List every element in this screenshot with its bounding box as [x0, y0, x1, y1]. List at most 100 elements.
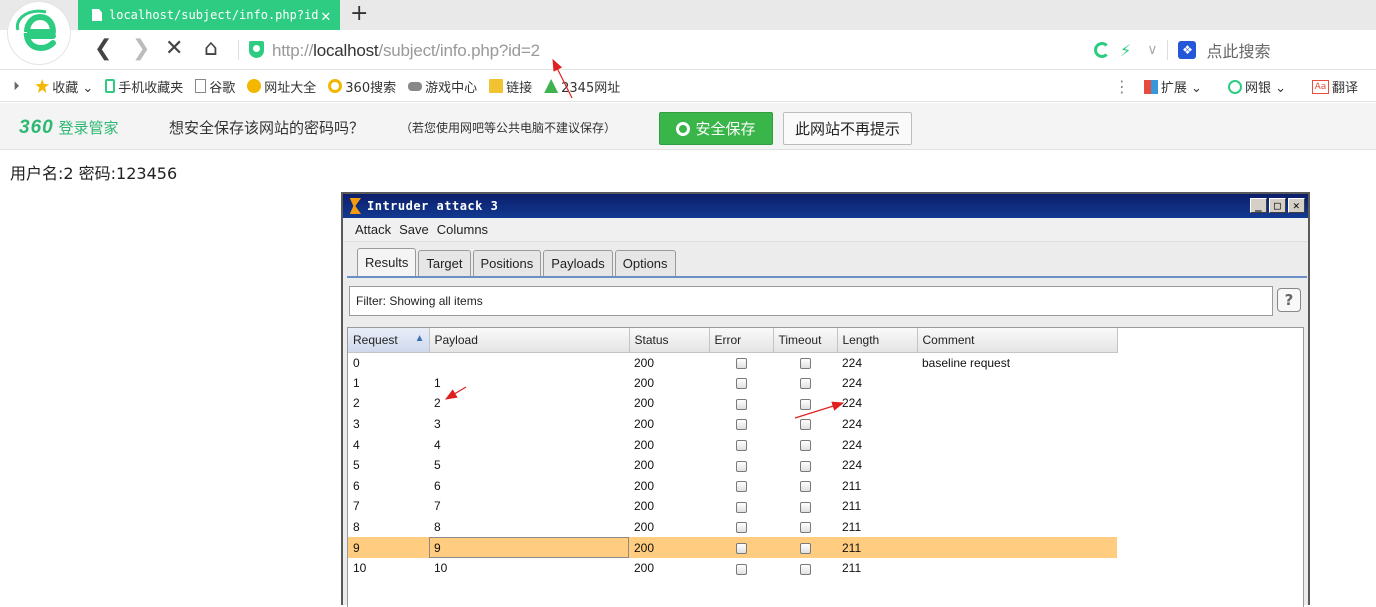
- bookmark-games[interactable]: 游戏中心: [408, 77, 477, 96]
- brand-text: 登录管家: [58, 119, 119, 137]
- cell-payload: 10: [434, 561, 448, 576]
- cell-error: [709, 393, 773, 414]
- timeout-checkbox: [799, 481, 811, 493]
- table-row[interactable]: 5 5 200 224: [348, 455, 1117, 476]
- table-row[interactable]: 1 1 200 224: [348, 373, 1117, 394]
- bookmark-360search[interactable]: 360搜索: [328, 77, 396, 96]
- close-tab-icon[interactable]: ✕: [321, 6, 331, 25]
- bookmark-label: 谷歌: [209, 80, 236, 96]
- brand-number: 360: [19, 117, 54, 138]
- menu-save[interactable]: Save: [399, 222, 429, 237]
- results-table: Request ▲ Payload Status Error Timeout Le…: [348, 328, 1118, 579]
- document-icon: [92, 9, 102, 21]
- help-button[interactable]: ?: [1277, 288, 1301, 312]
- col-error[interactable]: Error: [709, 328, 774, 353]
- tab-results[interactable]: Results: [357, 248, 417, 276]
- refresh-icon[interactable]: [1094, 42, 1110, 58]
- forward-icon[interactable]: ❯: [132, 38, 150, 60]
- table-row[interactable]: 9 9 200 211: [348, 537, 1117, 558]
- burp-logo-icon: [349, 198, 361, 214]
- col-payload[interactable]: Payload: [429, 328, 630, 353]
- col-request[interactable]: Request ▲: [348, 328, 430, 353]
- cell-request: 9: [348, 537, 429, 558]
- menu-columns[interactable]: Columns: [437, 222, 488, 237]
- bookmark-favorites[interactable]: 收藏 ⌄: [35, 77, 93, 96]
- url-input[interactable]: http://localhost/subject/info.php?id=2: [272, 41, 540, 61]
- error-checkbox: [735, 563, 747, 575]
- security-shield-icon[interactable]: [249, 41, 264, 58]
- table-row[interactable]: 0 200 224 baseline request: [348, 352, 1117, 373]
- bookmark-mobile[interactable]: 手机收藏夹: [105, 77, 183, 96]
- cell-error: [709, 352, 773, 373]
- bookmark-google[interactable]: 谷歌: [195, 77, 235, 96]
- cell-comment: [917, 414, 1117, 435]
- cell-payload: 9: [429, 537, 629, 558]
- error-checkbox: [735, 481, 747, 493]
- save-password-button[interactable]: 安全保存: [659, 112, 773, 145]
- cell-timeout: [773, 434, 837, 455]
- translate-button[interactable]: Aa 翻译: [1311, 77, 1358, 96]
- error-checkbox: [735, 357, 747, 369]
- cell-timeout: [773, 352, 837, 373]
- cell-status: 200: [634, 417, 655, 432]
- bank-label: 网银 ⌄: [1244, 81, 1286, 96]
- table-row[interactable]: 10 10 200 211: [348, 558, 1117, 579]
- cell-status: 200: [634, 478, 655, 493]
- never-remind-button[interactable]: 此网站不再提示: [783, 112, 912, 145]
- extensions-menu[interactable]: 扩展 ⌄: [1143, 77, 1202, 96]
- sidebar-toggle-icon[interactable]: 🞂: [14, 79, 19, 94]
- more-icon[interactable]: ⋮: [1114, 77, 1130, 96]
- gamepad-icon: [408, 81, 423, 91]
- bank-menu[interactable]: 网银 ⌄: [1227, 77, 1286, 96]
- cell-error: [709, 434, 773, 455]
- lightning-icon[interactable]: ⚡: [1120, 41, 1131, 60]
- tab-target[interactable]: Target: [418, 250, 471, 276]
- bookmark-links[interactable]: 链接: [489, 77, 532, 96]
- intruder-window: Intruder attack 3 _ □ ✕ Attack Save Colu…: [341, 192, 1310, 607]
- maximize-icon[interactable]: □: [1269, 198, 1286, 213]
- home-icon[interactable]: ⌂: [204, 38, 218, 60]
- tab-positions[interactable]: Positions: [472, 250, 542, 276]
- search-input[interactable]: 点此搜索: [1206, 38, 1270, 62]
- col-comment[interactable]: Comment: [917, 328, 1118, 353]
- table-row[interactable]: 7 7 200 211: [348, 496, 1117, 517]
- table-row[interactable]: 4 4 200 224: [348, 434, 1117, 455]
- 2345-icon: [544, 79, 559, 93]
- cell-length: 211: [842, 520, 862, 535]
- sort-asc-icon: ▲: [414, 332, 425, 344]
- col-timeout[interactable]: Timeout: [773, 328, 838, 353]
- col-length[interactable]: Length: [837, 328, 918, 353]
- browser-tab-strip: localhost/subject/info.php?id ✕ +: [0, 0, 1376, 30]
- minimize-icon[interactable]: _: [1250, 198, 1267, 213]
- timeout-checkbox: [799, 398, 811, 410]
- browser-tab-active[interactable]: localhost/subject/info.php?id ✕: [78, 0, 340, 30]
- filter-bar[interactable]: Filter: Showing all items: [349, 286, 1273, 316]
- cell-length: 224: [842, 417, 863, 432]
- bookmark-hao[interactable]: 网址大全: [247, 77, 316, 96]
- back-icon[interactable]: ❮: [94, 38, 112, 60]
- tab-payloads[interactable]: Payloads: [543, 250, 613, 276]
- table-row[interactable]: 3 3 200 224: [348, 414, 1117, 435]
- chevron-down-icon[interactable]: ∨: [1147, 42, 1157, 58]
- cell-request: 5: [353, 458, 360, 473]
- table-row[interactable]: 2 2 200 224: [348, 393, 1117, 414]
- results-table-container: Request ▲ Payload Status Error Timeout Le…: [347, 327, 1304, 607]
- new-tab-button[interactable]: +: [350, 3, 368, 25]
- table-row[interactable]: 6 6 200 211: [348, 476, 1117, 497]
- table-row[interactable]: 8 8 200 211: [348, 517, 1117, 538]
- save-password-label: 安全保存: [695, 120, 756, 138]
- cell-error: [709, 373, 773, 394]
- window-titlebar[interactable]: Intruder attack 3 _ □ ✕: [343, 194, 1308, 218]
- stop-icon[interactable]: ✕: [165, 38, 183, 60]
- close-icon[interactable]: ✕: [1288, 198, 1305, 213]
- tab-options[interactable]: Options: [614, 250, 676, 276]
- bookmark-2345[interactable]: 2345网址: [544, 77, 620, 96]
- cell-error: [709, 558, 773, 579]
- cell-request: 0: [353, 355, 360, 370]
- col-status[interactable]: Status: [629, 328, 710, 353]
- menu-attack[interactable]: Attack: [355, 222, 391, 237]
- extension-icon: [1143, 79, 1158, 94]
- url-host: localhost: [313, 41, 379, 60]
- cell-request: 4: [353, 437, 360, 452]
- baidu-paw-icon[interactable]: ❖: [1178, 41, 1197, 59]
